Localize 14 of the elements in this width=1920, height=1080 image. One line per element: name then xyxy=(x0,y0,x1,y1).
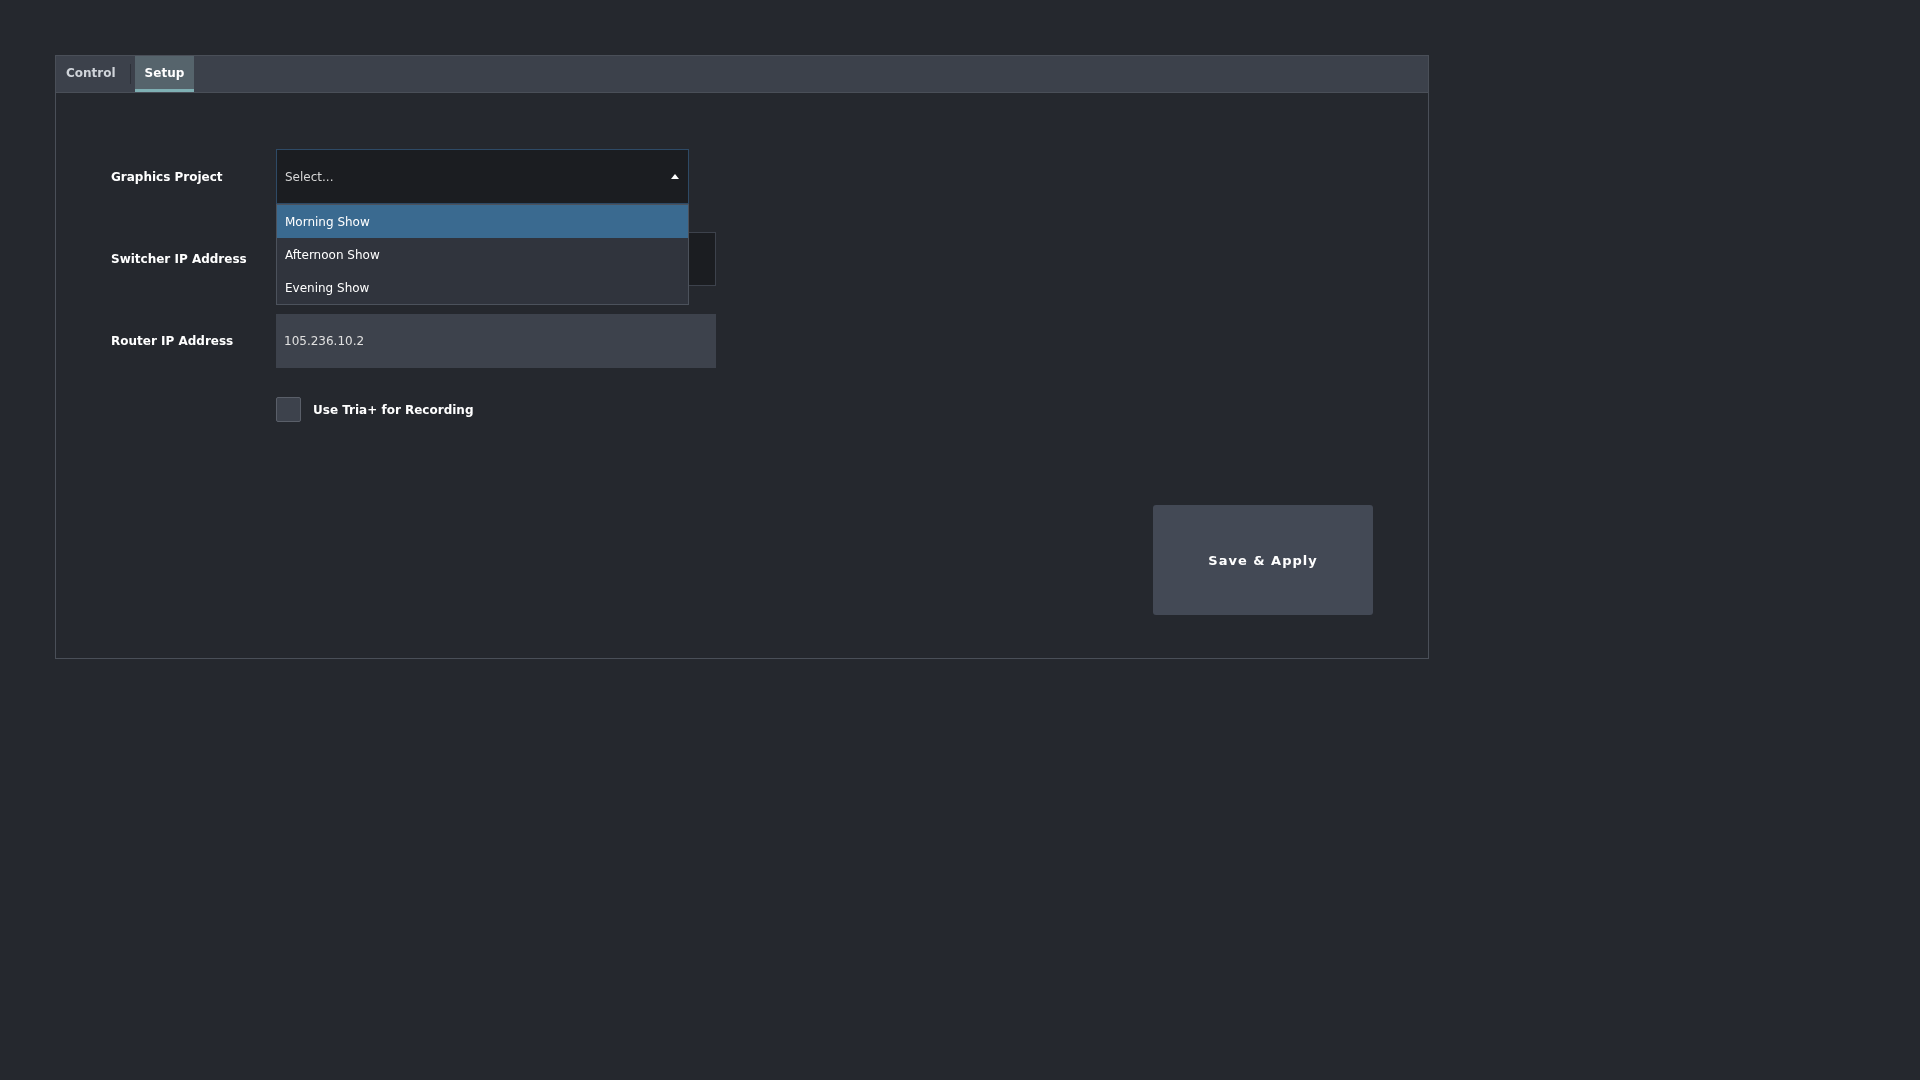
field-label: Graphics Project xyxy=(111,169,224,184)
checkbox-label: Use Tria+ for Recording xyxy=(313,402,474,417)
dropdown-option[interactable]: Evening Show xyxy=(277,271,688,304)
save-button[interactable]: Save & Apply xyxy=(1153,505,1373,615)
dropdown-field[interactable]: Select... xyxy=(276,149,689,204)
dropdown-option[interactable]: Morning Show xyxy=(277,205,688,238)
caret-icon xyxy=(671,174,679,179)
tab[interactable]: Setup xyxy=(134,56,195,92)
input-field[interactable]: 105.236.10.2 xyxy=(276,314,716,368)
field-label: Switcher IP Address xyxy=(111,252,248,266)
field-label: Router IP Address xyxy=(111,334,235,348)
checkbox[interactable] xyxy=(276,397,301,422)
tab[interactable]: Control xyxy=(56,56,126,92)
dropdown-option[interactable]: Afternoon Show xyxy=(277,238,688,271)
